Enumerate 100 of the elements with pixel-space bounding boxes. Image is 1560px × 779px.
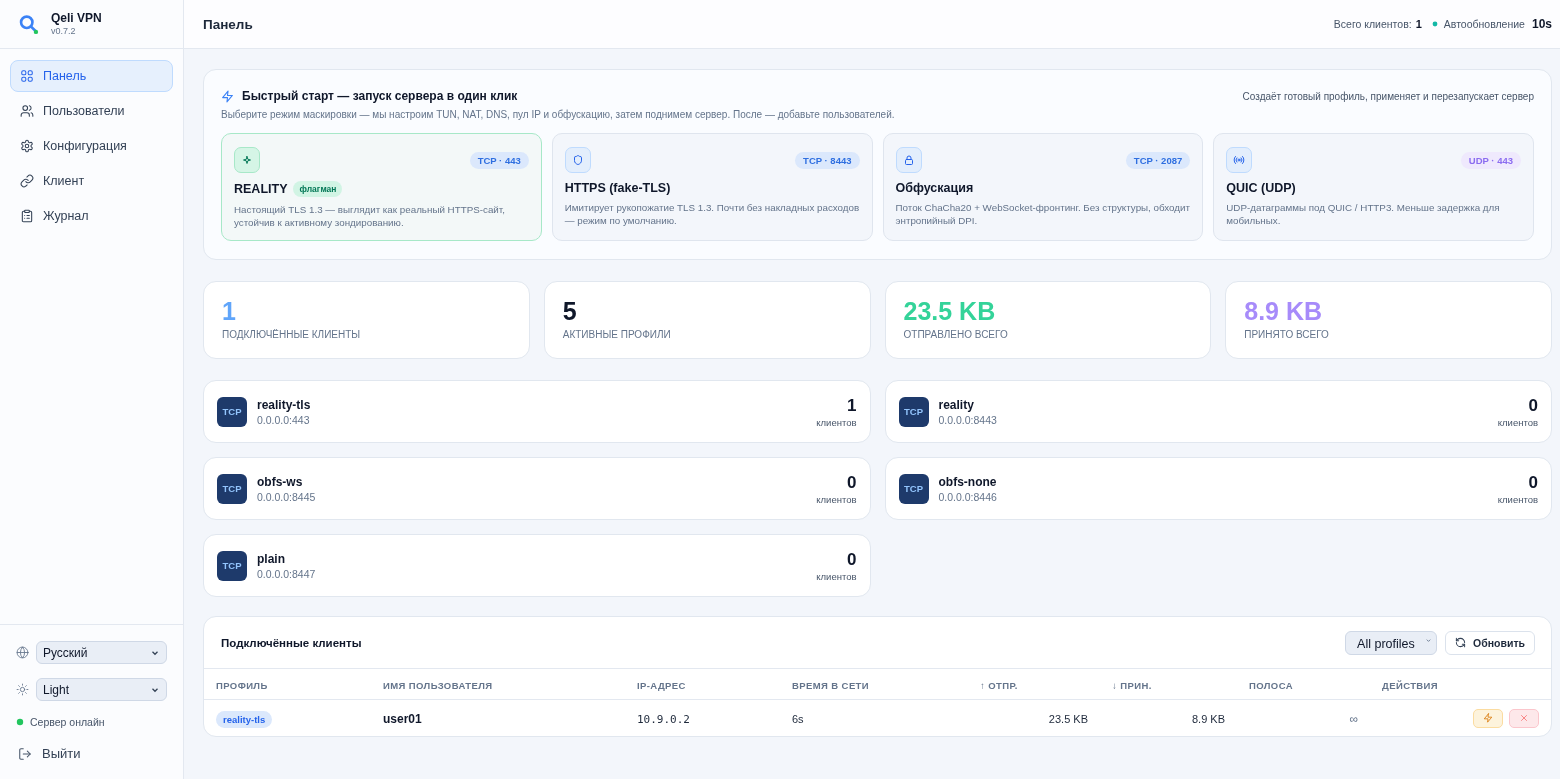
stat-value: 8.9 KB [1244,296,1324,326]
table-cell: 10.9.0.2 [637,713,690,726]
column-header: ВРЕМЯ В СЕТИ [792,680,870,691]
column-header: ДЕЙСТВИЯ [1382,680,1439,691]
client-count: 0 [847,549,857,570]
column-header: ↓ ПРИН. [1112,680,1152,691]
app-version: v0.7.2 [51,25,77,37]
profile-name: reality [938,397,975,412]
port-badge: UDP · 443 [1460,151,1521,169]
sidebar-item[interactable]: Конфигурация [10,130,173,162]
logout-button[interactable]: Выйти [16,742,83,765]
stat-value: 23.5 KB [903,296,997,326]
column-header: ПРОФИЛЬ [216,680,268,691]
close-button[interactable] [1509,708,1539,728]
client-count: 0 [1528,395,1538,416]
mode-title: Обфускация [895,181,974,195]
client-count-label: клиентов [816,493,857,505]
protocol-badge: TCP [217,473,247,504]
client-count-label: клиентов [816,416,857,428]
lightning-icon [221,89,234,103]
clipboard-icon [20,209,34,223]
profile-address: 0.0.0.0:443 [257,413,311,426]
shield-icon [564,147,591,173]
mode-title: REALITY [234,182,288,196]
column-header: ИМЯ ПОЛЬЗОВАТЕЛЯ [383,680,493,691]
mode-title: HTTPS (fake-TLS) [564,181,671,195]
grid-icon [20,69,34,83]
app-name: Qeli VPN [51,11,102,25]
port-badge: TCP · 8443 [795,151,860,169]
page-title: Панель [203,16,253,32]
profile-name: plain [257,551,286,566]
column-header: IP-АДРЕС [637,680,686,691]
protocol-badge: TCP [898,396,929,427]
theme-select[interactable]: Light [36,678,167,701]
stat-label: ПРИНЯТО ВСЕГО [1244,329,1330,340]
client-count: 0 [1528,472,1538,493]
profile-address: 0.0.0.0:8446 [938,490,998,503]
stat-value: 1 [222,296,237,326]
profile-address: 0.0.0.0:8443 [938,413,998,426]
radio-waves-icon [1226,147,1253,173]
mode-card[interactable]: UDP · 443 QUIC (UDP) UDP-датаграммы под QUIC / HTTP3. Меньше задержка для мобильных. [1213,133,1534,241]
globe-icon [16,646,29,659]
profile-address: 0.0.0.0:8445 [257,490,317,503]
client-count-label: клиентов [1497,493,1538,505]
quick-start-subtitle: Выберите режим маскировки — мы настроим TUN, NAT, DNS, пул IP и обфускацию, затем поднимем сервер. После — добавьте пользователей. [221,109,896,120]
sun-icon [16,683,29,696]
flagship-tag: флагман [293,181,343,197]
profile-tag: reality-tls [216,711,273,728]
caret-icon [1425,636,1433,644]
total-clients-label: Всего клиентов: [1333,18,1412,30]
refresh-icon [1455,637,1467,648]
protocol-badge: TCP [898,473,929,504]
table-cell: 6s [792,713,804,725]
table-cell: user01 [383,712,422,726]
mode-description: UDP-датаграммы под QUIC / HTTP3. Меньше задержка для мобильных. [1226,201,1501,227]
mode-description: Имитирует рукопожатие TLS 1.3. Почти без накладных расходов — режим по умолчанию. [564,201,861,227]
lightning-button[interactable] [1473,708,1503,728]
client-count-label: клиентов [816,570,857,582]
protocol-badge: TCP [217,396,247,427]
profile-name: obfs-none [938,474,998,489]
language-select[interactable]: Русский [36,641,167,664]
stat-value: 5 [562,296,578,326]
client-count: 1 [847,395,857,416]
sidebar-item[interactable]: Пользователи [10,95,173,127]
close-icon [1519,713,1529,723]
stat-label: ОТПРАВЛЕНО ВСЕГО [903,329,1009,340]
server-status-text: Сервер онлайн [30,716,105,728]
port-badge: TCP · 2087 [1125,151,1191,169]
sidebar-item[interactable]: Панель [10,60,173,92]
total-clients-value: 1 [1415,18,1422,30]
sidebar-item[interactable]: Журнал [10,200,173,232]
stat-label: АКТИВНЫЕ ПРОФИЛИ [562,329,672,340]
logout-icon [18,746,32,761]
port-badge: TCP · 443 [469,151,529,169]
column-header: ПОЛОСА [1249,680,1293,691]
users-icon [20,104,34,118]
autorefresh-interval: 10s [1531,17,1552,31]
settings-icon [20,139,34,153]
mode-card[interactable]: TCP · 8443 HTTPS (fake-TLS) Имитирует рукопожатие TLS 1.3. Почти без накладных расходов — режим по умолчанию. [551,133,873,241]
lightning-icon [1483,713,1493,723]
protocol-badge: TCP [217,550,247,581]
sidebar-item[interactable]: Клиент [10,165,173,197]
magnifier-logo-icon [18,13,39,35]
lock-icon [895,147,922,173]
link-icon [20,174,34,188]
profile-name: reality-tls [257,397,312,412]
sparkle-icon [234,147,260,173]
profile-address: 0.0.0.0:8447 [257,567,317,580]
mode-title: QUIC (UDP) [1226,181,1296,195]
mode-description: Настоящий TLS 1.3 — выглядит как реальный HTTPS-сайт, устойчив к активному зондированию. [234,203,506,229]
mode-card[interactable]: TCP · 2087 Обфускация Поток ChaCha20 + WebSocket-фронтинг. Без структуры, обходит энтропийный DPI. [882,133,1204,241]
profile-filter-select[interactable]: All profiles [1345,630,1438,655]
autorefresh-label: Автообновление [1443,18,1525,30]
quick-start-note: Создаёт готовый профиль, применяет и перезапускает сервер [1242,90,1534,102]
table-cell: 8.9 KB [1191,713,1225,725]
mode-card[interactable]: TCP · 443 REALITY флагман Настоящий TLS 1.3 — выглядит как реальный HTTPS-сайт, устойчив к активному зондированию. [221,133,542,241]
client-count-label: клиентов [1497,416,1538,428]
refresh-button[interactable]: Обновить [1445,630,1535,655]
stat-label: ПОДКЛЮЧЁННЫЕ КЛИЕНТЫ [222,329,362,340]
profile-name: obfs-ws [257,474,304,489]
